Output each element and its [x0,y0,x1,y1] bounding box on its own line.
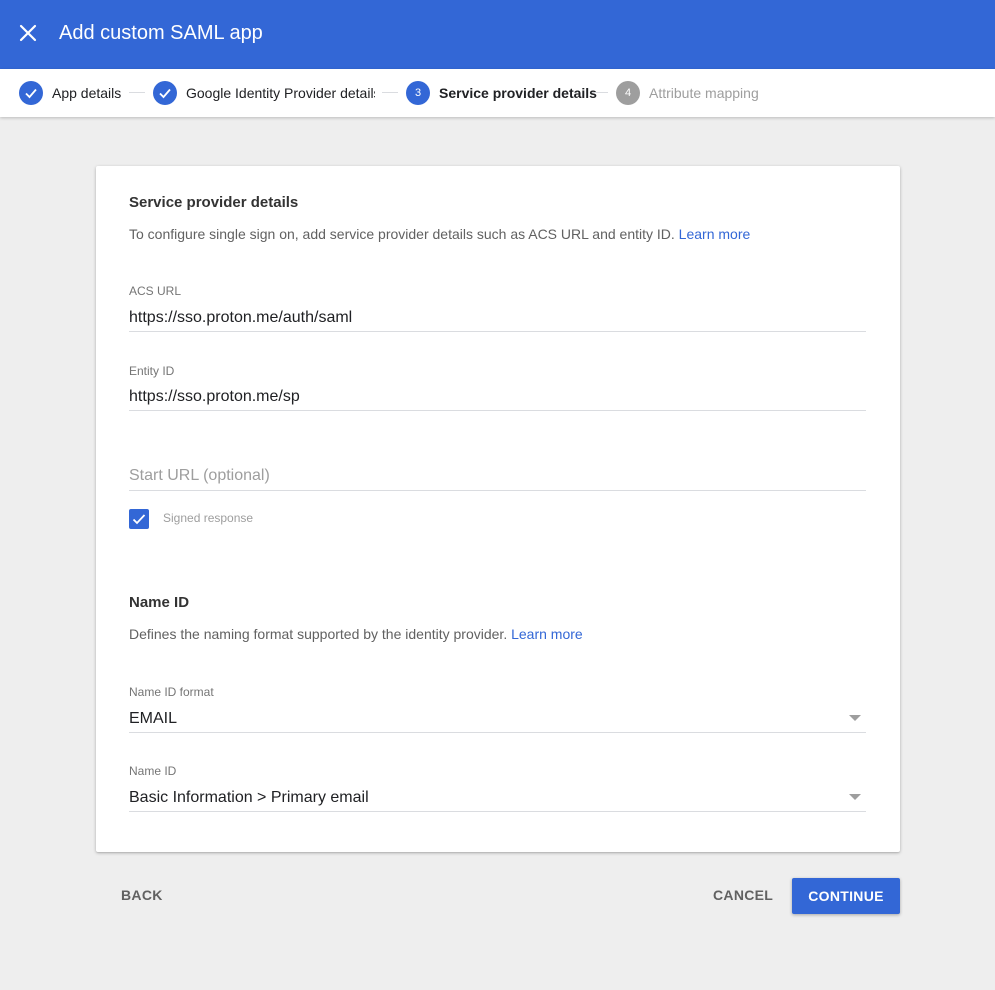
continue-button[interactable]: CONTINUE [792,878,900,914]
close-icon[interactable] [19,24,37,42]
step-label: Attribute mapping [649,85,759,101]
app-header: Add custom SAML app [0,0,995,69]
check-icon [153,81,177,105]
step-divider [129,92,145,93]
step-label: Service provider details [439,85,597,101]
step-attribute-mapping[interactable]: 4 Attribute mapping [616,81,759,105]
dropdown-arrow-icon[interactable] [849,715,861,721]
name-id-format-value: EMAIL [129,710,178,727]
check-icon [132,514,146,525]
entity-id-input[interactable]: https://sso.proton.me/sp [129,388,300,406]
close-button[interactable] [14,19,42,47]
signed-response-checkbox[interactable] [129,509,149,529]
start-url-input[interactable]: Start URL (optional) [129,467,270,485]
service-provider-card: Service provider details To configure si… [96,166,900,852]
step-label: Google Identity Provider details [186,85,375,101]
step-service-provider-details[interactable]: 3 Service provider details [406,81,597,105]
stepper: App details Google Identity Provider det… [0,69,995,117]
check-icon [19,81,43,105]
name-id-section-description: Defines the naming format supported by t… [129,626,583,642]
name-id-section-title: Name ID [129,594,190,611]
input-underline [129,331,866,332]
dropdown-arrow-icon[interactable] [849,794,861,800]
step-number-badge: 3 [406,81,430,105]
acs-url-input[interactable]: https://sso.proton.me/auth/saml [129,309,352,327]
step-number-badge: 4 [616,81,640,105]
learn-more-link[interactable]: Learn more [679,226,751,242]
learn-more-link[interactable]: Learn more [511,626,583,642]
entity-id-label: Entity ID [129,364,175,378]
step-app-details[interactable]: App details [19,81,121,105]
signed-response-label: Signed response [163,511,254,525]
step-divider [382,92,398,93]
section-title: Service provider details [129,194,299,211]
input-underline [129,410,866,411]
cancel-button[interactable]: CANCEL [713,881,773,909]
input-underline [129,490,866,491]
step-google-idp-details[interactable]: Google Identity Provider details [153,81,375,105]
section-description: To configure single sign on, add service… [129,226,751,242]
name-id-label: Name ID [129,764,177,778]
name-id-value: Basic Information > Primary email [129,789,369,806]
back-button[interactable]: BACK [121,881,163,909]
page-title: Add custom SAML app [59,22,263,44]
name-id-format-label: Name ID format [129,685,214,699]
select-underline [129,732,866,733]
select-underline [129,811,866,812]
step-label: App details [52,85,122,101]
acs-url-label: ACS URL [129,284,182,298]
step-divider [592,92,608,93]
